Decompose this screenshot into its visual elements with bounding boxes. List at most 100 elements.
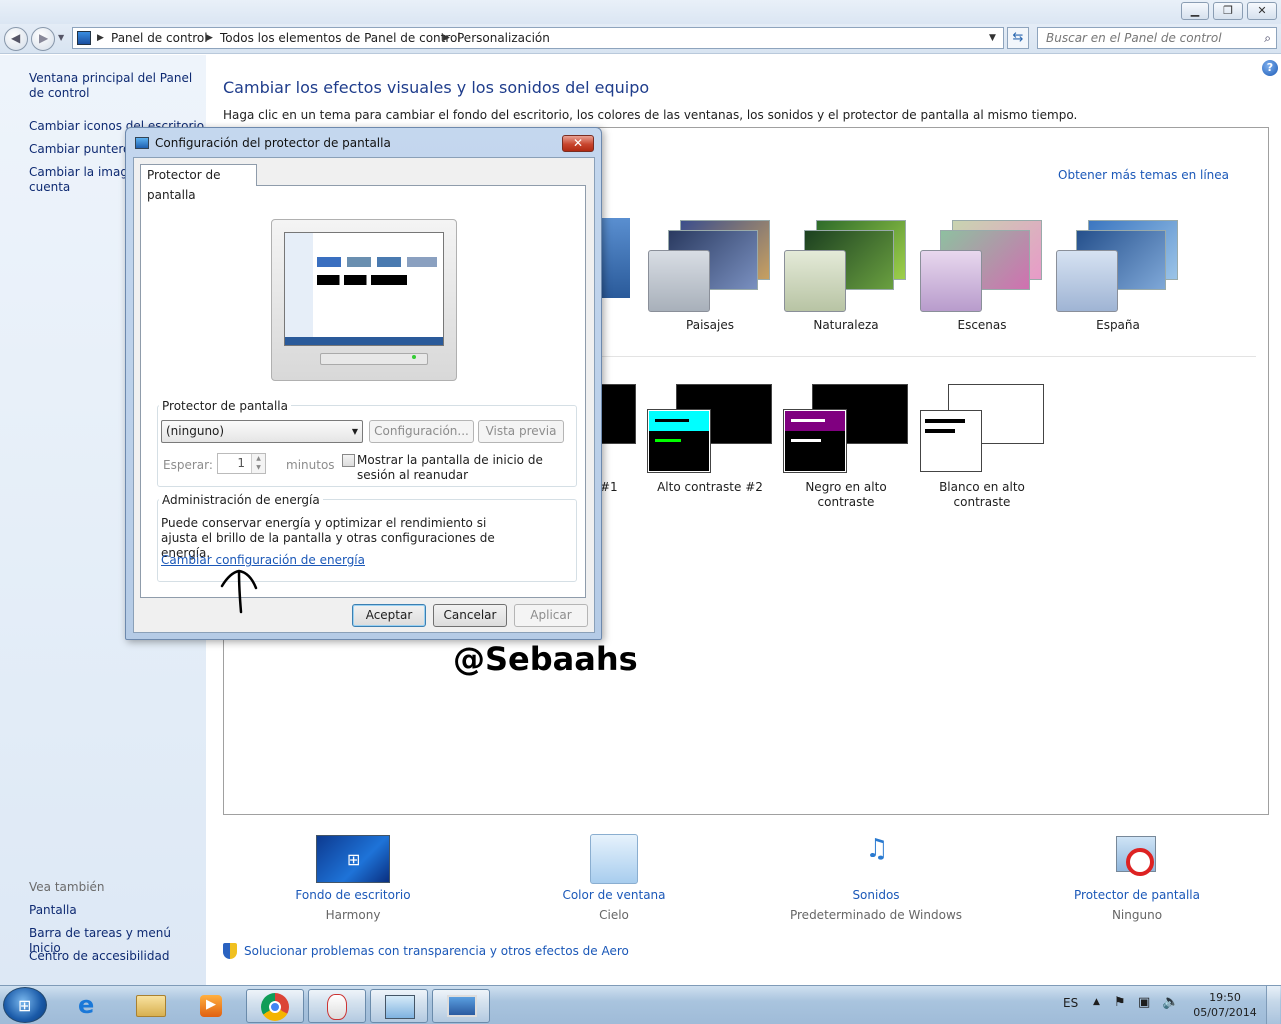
aero-troubleshoot-link[interactable]: Solucionar problemas con transparencia y… <box>244 944 629 958</box>
clock-date: 05/07/2014 <box>1193 1006 1257 1019</box>
theme-label-espana[interactable]: España <box>1050 318 1186 333</box>
network-icon[interactable]: ▣ <box>1138 995 1150 1010</box>
screensaver-select[interactable]: (ninguno) ▼ <box>161 420 363 443</box>
theme-hc-black[interactable] <box>782 384 910 474</box>
theme-hc1-thumb[interactable] <box>600 384 636 444</box>
theme-label-hc2[interactable]: Alto contraste #2 <box>642 480 778 495</box>
taskbar-screensaver-dialog[interactable] <box>432 989 490 1023</box>
taskbar-control-panel[interactable] <box>370 989 428 1023</box>
theme-label-naturaleza[interactable]: Naturaleza <box>778 318 914 333</box>
logon-screen-checkbox[interactable] <box>342 454 355 467</box>
preview-screen <box>284 232 444 346</box>
show-hidden-icons-icon[interactable]: ▲ <box>1093 997 1100 1007</box>
theme-label-hc1[interactable]: #1 <box>600 480 618 494</box>
spinner-icon[interactable]: ▲ ▼ <box>251 454 265 473</box>
power-group-label: Administración de energía <box>159 493 323 507</box>
breadcrumb-chevron-icon[interactable]: ▶ <box>97 28 104 48</box>
desktop-background-icon[interactable]: ⊞ <box>316 835 390 883</box>
sounds-icon[interactable]: ♫ <box>852 834 902 884</box>
see-also-display[interactable]: Pantalla <box>29 903 77 918</box>
screensaver-link[interactable]: Protector de pantalla <box>1027 888 1247 902</box>
window-color-value: Cielo <box>599 908 629 922</box>
divider <box>600 356 1256 357</box>
screensaver-icon[interactable] <box>1112 834 1162 884</box>
volume-icon[interactable]: 🔈 <box>1162 994 1179 1010</box>
desktop-background-item[interactable]: Fondo de escritorio Harmony <box>243 888 463 922</box>
taskbar-chrome[interactable] <box>246 989 304 1023</box>
folder-icon <box>136 995 166 1017</box>
clock[interactable]: 19:50 05/07/2014 <box>1192 990 1258 1020</box>
show-desktop-button[interactable] <box>1266 986 1280 1024</box>
paint-icon <box>327 994 347 1020</box>
help-icon[interactable]: ? <box>1262 60 1278 76</box>
search-icon[interactable]: ⌕ <box>1264 28 1271 48</box>
desktop-background-link[interactable]: Fondo de escritorio <box>243 888 463 902</box>
window-color-link[interactable]: Color de ventana <box>504 888 724 902</box>
apply-button[interactable]: Aplicar <box>514 604 588 627</box>
taskbar-media-player[interactable]: ▶ <box>182 989 240 1023</box>
window-color-item[interactable]: Color de ventana Cielo <box>504 888 724 922</box>
breadcrumb-todos-los-elementos[interactable]: Todos los elementos de Panel de control <box>220 28 461 48</box>
sidebar-item-home[interactable]: Ventana principal del Panel de control <box>29 71 199 101</box>
theme-thumb-partial[interactable] <box>598 218 630 298</box>
breadcrumb-panel-de-control[interactable]: Panel de control <box>111 28 208 48</box>
action-center-flag-icon[interactable]: ⚑ <box>1114 995 1126 1010</box>
window-color-icon[interactable] <box>590 834 638 884</box>
address-bar[interactable]: ▶ Panel de control ▶ Todos los elementos… <box>72 27 1004 49</box>
power-settings-link[interactable]: Cambiar configuración de energía <box>161 553 365 567</box>
theme-paisajes[interactable] <box>646 216 772 312</box>
windows-logo-icon: ⊞ <box>18 996 32 1015</box>
screensaver-value: Ninguno <box>1111 908 1163 922</box>
desktop-background-value: Harmony <box>325 908 381 922</box>
watermark: @Sebaahs <box>453 640 638 678</box>
ok-button[interactable]: Aceptar <box>352 604 426 627</box>
sounds-link[interactable]: Sonidos <box>766 888 986 902</box>
start-button[interactable]: ⊞ <box>3 987 47 1023</box>
refresh-button[interactable]: ⇆ <box>1007 27 1029 49</box>
tab-panel: Protector de pantalla (ninguno) ▼ Config… <box>140 185 586 598</box>
tab-screensaver[interactable]: Protector de pantalla <box>140 164 257 202</box>
minimize-button[interactable]: ▁ <box>1181 2 1209 20</box>
breadcrumb-personalizacion[interactable]: Personalización <box>457 28 550 48</box>
theme-label-hc-black[interactable]: Negro en alto contraste <box>778 480 914 510</box>
taskbar-paint[interactable] <box>308 989 366 1023</box>
theme-hc2[interactable] <box>646 384 774 474</box>
theme-label-hc-white[interactable]: Blanco en alto contraste <box>914 480 1050 510</box>
theme-hc-white[interactable] <box>918 384 1046 474</box>
breadcrumb-chevron-icon[interactable]: ▶ <box>443 28 450 48</box>
dialog-close-button[interactable]: ✕ <box>562 135 594 152</box>
wait-minutes-input[interactable]: 1 ▲ ▼ <box>217 453 266 474</box>
theme-naturaleza[interactable] <box>782 216 908 312</box>
see-also-accessibility[interactable]: Centro de accesibilidad <box>29 949 169 964</box>
address-dropdown-icon[interactable]: ▼ <box>989 28 996 48</box>
search-placeholder: Buscar en el Panel de control <box>1046 31 1222 45</box>
taskbar-explorer[interactable] <box>122 989 180 1023</box>
search-input[interactable]: Buscar en el Panel de control ⌕ <box>1037 27 1277 49</box>
shield-icon <box>223 943 237 959</box>
theme-escenas[interactable] <box>918 216 1044 312</box>
taskbar-ie[interactable]: e <box>62 989 120 1023</box>
more-themes-link[interactable]: Obtener más temas en línea <box>1058 168 1229 182</box>
chrome-icon <box>261 993 289 1021</box>
forward-button[interactable]: ▶ <box>31 27 55 51</box>
settings-button[interactable]: Configuración... <box>369 420 474 443</box>
theme-label-escenas[interactable]: Escenas <box>914 318 1050 333</box>
theme-label-paisajes[interactable]: Paisajes <box>642 318 778 333</box>
sounds-item[interactable]: Sonidos Predeterminado de Windows <box>766 888 986 922</box>
refresh-icon: ⇆ <box>1012 30 1024 45</box>
back-button[interactable]: ◀ <box>4 27 28 51</box>
screensaver-select-value: (ninguno) <box>166 424 225 438</box>
monitor-preview <box>271 219 457 381</box>
breadcrumb-chevron-icon[interactable]: ▶ <box>206 28 213 48</box>
maximize-button[interactable]: ❐ <box>1213 2 1243 20</box>
close-button[interactable]: ✕ <box>1247 2 1277 20</box>
screensaver-window-icon <box>135 137 149 149</box>
history-dropdown-icon[interactable]: ▼ <box>58 33 64 42</box>
screensaver-item[interactable]: Protector de pantalla Ninguno <box>1027 888 1247 922</box>
preview-button[interactable]: Vista previa <box>478 420 564 443</box>
wait-label: Esperar: <box>163 458 213 472</box>
theme-espana[interactable] <box>1054 216 1180 312</box>
language-indicator[interactable]: ES <box>1063 996 1078 1010</box>
chevron-down-icon: ▼ <box>351 427 358 436</box>
cancel-button[interactable]: Cancelar <box>433 604 507 627</box>
